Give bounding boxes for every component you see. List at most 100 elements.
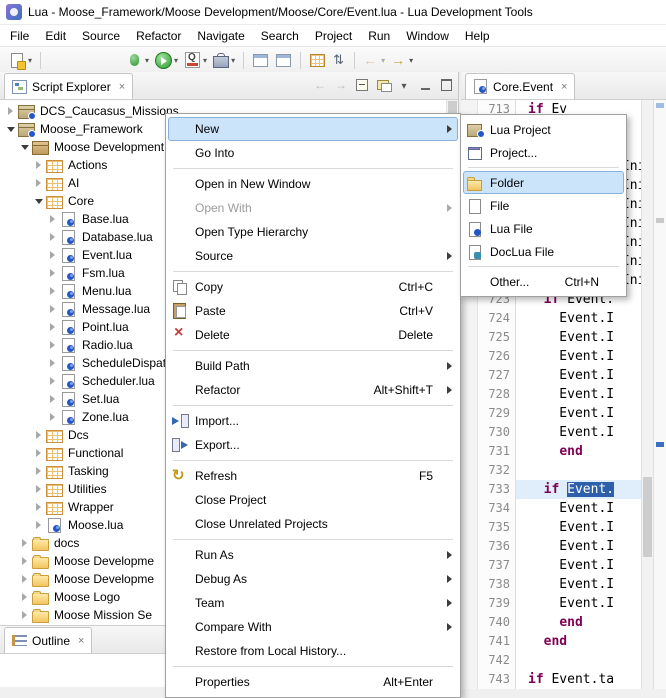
menu-search[interactable]: Search bbox=[253, 27, 307, 45]
code-line[interactable]: Event.I bbox=[516, 594, 641, 613]
expand-arrow-icon[interactable] bbox=[18, 557, 31, 565]
collapse-all-button[interactable] bbox=[354, 77, 370, 93]
menu-item-restore-from-local-history[interactable]: Restore from Local History... bbox=[168, 639, 458, 663]
expand-arrow-icon[interactable] bbox=[18, 611, 31, 619]
menu-item-refresh[interactable]: RefreshF5 bbox=[168, 464, 458, 488]
expand-arrow-icon[interactable] bbox=[46, 305, 59, 313]
code-line[interactable]: if Event.ta bbox=[516, 670, 641, 689]
expand-arrow-icon[interactable] bbox=[32, 449, 45, 457]
menu-help[interactable]: Help bbox=[457, 27, 498, 45]
code-line[interactable]: Event.I bbox=[516, 518, 641, 537]
expand-arrow-icon[interactable] bbox=[46, 233, 59, 241]
external-tools-button[interactable] bbox=[211, 49, 237, 71]
collapse-arrow-icon[interactable] bbox=[32, 199, 45, 204]
menu-navigate[interactable]: Navigate bbox=[189, 27, 252, 45]
minimize-button[interactable] bbox=[417, 77, 433, 93]
run-button[interactable] bbox=[153, 49, 180, 71]
outline-tab[interactable]: Outline bbox=[4, 627, 92, 653]
expand-arrow-icon[interactable] bbox=[32, 503, 45, 511]
menu-item-folder[interactable]: Folder bbox=[463, 171, 624, 194]
expand-arrow-icon[interactable] bbox=[46, 395, 59, 403]
code-line[interactable]: Event.I bbox=[516, 347, 641, 366]
expand-arrow-icon[interactable] bbox=[32, 485, 45, 493]
code-line[interactable]: Event.I bbox=[516, 499, 641, 518]
sort-button[interactable] bbox=[330, 49, 348, 71]
dropdown-arrow-icon[interactable] bbox=[231, 56, 235, 65]
menu-item-project[interactable]: Project... bbox=[463, 141, 624, 164]
menu-edit[interactable]: Edit bbox=[37, 27, 74, 45]
close-icon[interactable] bbox=[78, 635, 84, 647]
menu-item-open-in-new-window[interactable]: Open in New Window bbox=[168, 172, 458, 196]
menu-item-source[interactable]: Source bbox=[168, 244, 458, 268]
expand-arrow-icon[interactable] bbox=[32, 467, 45, 475]
menu-item-delete[interactable]: DeleteDelete bbox=[168, 323, 458, 347]
menu-run[interactable]: Run bbox=[360, 27, 398, 45]
close-icon[interactable] bbox=[561, 81, 567, 93]
menu-item-open-type-hierarchy[interactable]: Open Type Hierarchy bbox=[168, 220, 458, 244]
code-line[interactable]: Event.I bbox=[516, 556, 641, 575]
expand-arrow-icon[interactable] bbox=[46, 287, 59, 295]
dropdown-arrow-icon[interactable] bbox=[174, 56, 178, 65]
menu-item-team[interactable]: Team bbox=[168, 591, 458, 615]
menu-project[interactable]: Project bbox=[307, 27, 360, 45]
close-icon[interactable] bbox=[119, 81, 125, 93]
menu-item-build-path[interactable]: Build Path bbox=[168, 354, 458, 378]
collapse-arrow-icon[interactable] bbox=[4, 127, 17, 132]
expand-arrow-icon[interactable] bbox=[46, 359, 59, 367]
menu-item-compare-with[interactable]: Compare With bbox=[168, 615, 458, 639]
menu-item-paste[interactable]: PasteCtrl+V bbox=[168, 299, 458, 323]
menu-item-close-project[interactable]: Close Project bbox=[168, 488, 458, 512]
code-line[interactable]: Event.I bbox=[516, 404, 641, 423]
expand-arrow-icon[interactable] bbox=[46, 251, 59, 259]
view-button[interactable] bbox=[273, 49, 294, 71]
menu-item-other[interactable]: Other...Ctrl+N bbox=[463, 270, 624, 293]
table-button[interactable] bbox=[307, 49, 328, 71]
forward-arrow-button[interactable] bbox=[333, 77, 349, 93]
new-wizard-button[interactable] bbox=[6, 49, 34, 71]
code-line[interactable]: end bbox=[516, 632, 641, 651]
view-button[interactable] bbox=[250, 49, 271, 71]
back-arrow-button[interactable] bbox=[312, 77, 328, 93]
code-line[interactable]: if Event. bbox=[516, 480, 641, 499]
code-line[interactable]: Event.I bbox=[516, 537, 641, 556]
code-line[interactable]: Event.I bbox=[516, 423, 641, 442]
expand-arrow-icon[interactable] bbox=[46, 323, 59, 331]
code-line[interactable]: Event.I bbox=[516, 366, 641, 385]
expand-arrow-icon[interactable] bbox=[46, 341, 59, 349]
expand-arrow-icon[interactable] bbox=[46, 377, 59, 385]
expand-arrow-icon[interactable] bbox=[18, 593, 31, 601]
menu-window[interactable]: Window bbox=[398, 27, 457, 45]
menu-item-open-with[interactable]: Open With bbox=[168, 196, 458, 220]
expand-arrow-icon[interactable] bbox=[32, 431, 45, 439]
expand-arrow-icon[interactable] bbox=[46, 215, 59, 223]
dropdown-arrow-icon[interactable] bbox=[145, 56, 149, 65]
expand-arrow-icon[interactable] bbox=[32, 521, 45, 529]
code-line[interactable]: Event.I bbox=[516, 385, 641, 404]
menu-item-doclua-file[interactable]: DocLua File bbox=[463, 240, 624, 263]
dropdown-arrow-icon[interactable] bbox=[381, 56, 385, 65]
menu-item-lua-project[interactable]: Lua Project bbox=[463, 118, 624, 141]
coverage-button[interactable] bbox=[182, 49, 209, 71]
expand-arrow-icon[interactable] bbox=[46, 269, 59, 277]
menu-item-file[interactable]: File bbox=[463, 194, 624, 217]
menu-item-export[interactable]: Export... bbox=[168, 433, 458, 457]
menu-source[interactable]: Source bbox=[74, 27, 128, 45]
menu-item-import[interactable]: Import... bbox=[168, 409, 458, 433]
dropdown-arrow-icon[interactable] bbox=[203, 56, 207, 65]
editor-scrollbar[interactable] bbox=[641, 100, 653, 689]
code-line[interactable] bbox=[516, 651, 641, 670]
code-line[interactable]: end bbox=[516, 613, 641, 632]
dropdown-arrow-icon[interactable] bbox=[409, 56, 413, 65]
editor-tab-core-event[interactable]: Core.Event bbox=[465, 73, 575, 99]
code-line[interactable] bbox=[516, 461, 641, 480]
code-line[interactable]: end bbox=[516, 442, 641, 461]
maximize-button[interactable] bbox=[438, 77, 454, 93]
code-line[interactable]: Event.I bbox=[516, 309, 641, 328]
editor-scrollbar-thumb[interactable] bbox=[643, 477, 652, 557]
script-explorer-tab[interactable]: Script Explorer bbox=[4, 73, 133, 99]
code-line[interactable]: Event.I bbox=[516, 575, 641, 594]
menu-item-run-as[interactable]: Run As bbox=[168, 543, 458, 567]
expand-arrow-icon[interactable] bbox=[18, 575, 31, 583]
debug-button[interactable] bbox=[124, 49, 151, 71]
expand-arrow-icon[interactable] bbox=[18, 539, 31, 547]
